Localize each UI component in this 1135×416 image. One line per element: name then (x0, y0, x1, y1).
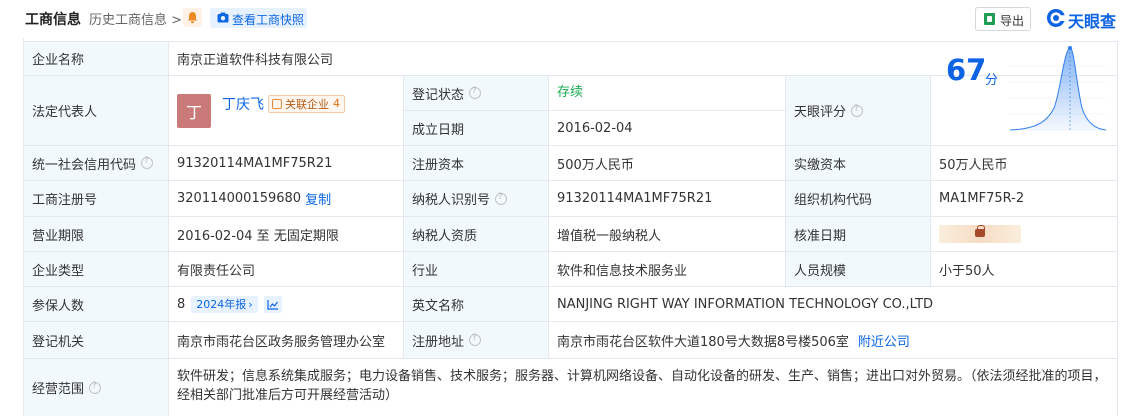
score-unit: 分 (985, 73, 999, 88)
value-reg-no: 320114000159680 复制 (169, 181, 404, 217)
value-legal-rep: 丁 丁庆飞 关联企业 4 (169, 76, 404, 146)
label-taxpayer-qual: 纳税人资质 (404, 217, 549, 252)
history-info-label: 历史工商信息 (89, 13, 168, 28)
help-icon[interactable] (851, 104, 864, 117)
value-authority: 南京市雨花台区政务服务管理办公室 (169, 322, 404, 359)
export-label: 导出 (1000, 14, 1025, 28)
excel-icon (984, 13, 995, 25)
label-paid-capital: 实缴资本 (786, 146, 931, 181)
bell-icon (188, 12, 197, 24)
help-icon[interactable] (495, 192, 508, 205)
value-taxpayer-qual: 增值税一般纳税人 (549, 217, 786, 252)
value-reg-capital: 500万人民币 (549, 146, 786, 181)
value-paid-capital: 50万人民币 (931, 146, 1118, 181)
trend-chart-button[interactable] (263, 295, 282, 313)
label-est-date: 成立日期 (404, 111, 549, 146)
vip-locked-field[interactable] (939, 225, 1021, 243)
label-address: 注册地址 (404, 322, 549, 359)
copy-button[interactable]: 复制 (305, 189, 331, 208)
label-approve-date: 核准日期 (786, 217, 931, 252)
business-info-table: 企业名称 南京正道软件科技有限公司 法定代表人 丁 丁庆飞 关联企业 4 登记状… (23, 38, 1118, 416)
company-icon (272, 98, 282, 109)
logo-text: 天眼查 (1068, 12, 1117, 31)
help-icon[interactable] (89, 381, 102, 394)
section-title: 工商信息 (25, 12, 81, 28)
help-icon[interactable] (141, 156, 154, 169)
label-reg-capital: 注册资本 (404, 146, 549, 181)
trend-chart-icon (267, 299, 278, 310)
label-insured: 参保人数 (24, 287, 169, 322)
label-reg-no: 工商注册号 (24, 181, 169, 217)
value-en-name: NANJING RIGHT WAY INFORMATION TECHNOLOGY… (549, 287, 1118, 322)
score-distribution-graphic (1009, 46, 1107, 131)
camera-icon (217, 12, 229, 23)
export-button[interactable]: 导出 (975, 7, 1031, 31)
label-type: 企业类型 (24, 252, 169, 287)
snapshot-button[interactable]: 查看工商快照 (210, 8, 307, 28)
value-approve-date (931, 217, 1118, 252)
label-score: 天眼评分 (786, 76, 931, 146)
value-insured: 8 2024年报 › (169, 287, 404, 322)
score-value: 67 (946, 53, 987, 87)
value-est-date: 2016-02-04 (549, 111, 786, 146)
value-address: 南京市雨花台区软件大道180号大数据8号楼506室 附近公司 (549, 322, 1118, 359)
monitor-bell-button[interactable] (183, 8, 202, 27)
avatar[interactable]: 丁 (177, 93, 211, 128)
value-taxpayer-id: 91320114MA1MF75R21 (549, 181, 786, 217)
lock-icon (975, 225, 985, 237)
label-legal-rep: 法定代表人 (24, 76, 169, 146)
value-term: 2016-02-04 至 无固定期限 (169, 217, 404, 252)
history-info-link[interactable]: 历史工商信息 > (89, 9, 182, 28)
label-en-name: 英文名称 (404, 287, 549, 322)
section-header: 工商信息 历史工商信息 > 查看工商快照 导出 天眼查 (0, 0, 1135, 38)
tianyancha-logo-icon (1047, 9, 1065, 27)
snapshot-label: 查看工商快照 (232, 13, 305, 27)
help-icon[interactable] (469, 86, 482, 99)
label-credit-code: 统一社会信用代码 (24, 146, 169, 181)
label-term: 营业期限 (24, 217, 169, 252)
label-staff: 人员规模 (786, 252, 931, 287)
status-badge: 存续 (557, 84, 584, 100)
value-industry: 软件和信息技术服务业 (549, 252, 786, 287)
nearby-companies-link[interactable]: 附近公司 (858, 331, 910, 350)
value-staff: 小于50人 (931, 252, 1118, 287)
related-companies-badge[interactable]: 关联企业 4 (268, 94, 345, 113)
label-authority: 登记机关 (24, 322, 169, 359)
label-industry: 行业 (404, 252, 549, 287)
label-taxpayer-id: 纳税人识别号 (404, 181, 549, 217)
label-company-name: 企业名称 (24, 41, 169, 76)
value-scope: 软件研发；信息系统集成服务；电力设备销售、技术服务；服务器、计算机网络设备、自动… (169, 359, 1118, 416)
value-credit-code: 91320114MA1MF75R21 (169, 146, 404, 181)
value-org-code: MA1MF75R-2 (931, 181, 1118, 217)
label-reg-status: 登记状态 (404, 76, 549, 111)
chevron-right-icon: > (171, 13, 183, 28)
value-type: 有限责任公司 (169, 252, 404, 287)
label-scope: 经营范围 (24, 359, 169, 416)
help-icon[interactable] (469, 333, 482, 346)
legal-rep-name-link[interactable]: 丁庆飞 (222, 94, 264, 114)
chevron-right-icon: › (248, 297, 253, 311)
annual-report-badge[interactable]: 2024年报 › (191, 295, 258, 313)
value-reg-status: 存续 (549, 76, 786, 111)
label-org-code: 组织机构代码 (786, 181, 931, 217)
